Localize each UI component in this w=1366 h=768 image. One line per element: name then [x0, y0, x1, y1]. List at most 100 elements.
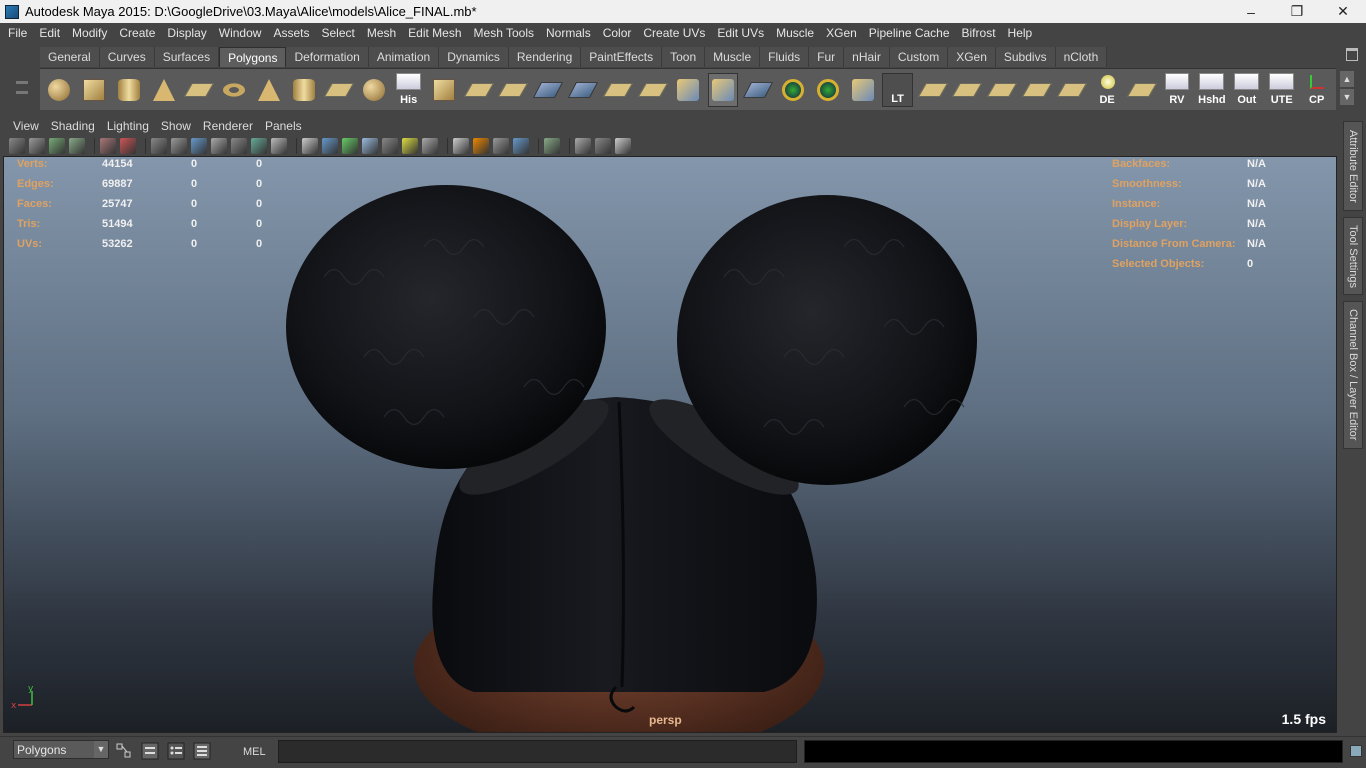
- menu-normals[interactable]: Normals: [540, 26, 597, 40]
- grid-icon[interactable]: [151, 137, 167, 154]
- shelf-tab-dynamics[interactable]: Dynamics: [439, 47, 509, 67]
- uv-planar-icon[interactable]: [987, 73, 1018, 107]
- shelf-tab-polygons[interactable]: Polygons: [219, 47, 287, 67]
- film-gate-icon[interactable]: [171, 137, 187, 154]
- poly-soccerball-icon[interactable]: [358, 73, 389, 107]
- smooth-shade-icon[interactable]: [322, 137, 338, 154]
- de-icon[interactable]: DE: [1092, 73, 1123, 107]
- merge-vertices-icon[interactable]: [603, 73, 634, 107]
- shelf-tab-general[interactable]: General: [40, 47, 100, 67]
- trash-icon[interactable]: [1346, 48, 1358, 61]
- tab-tool-settings[interactable]: Tool Settings: [1343, 217, 1363, 295]
- shelf-scroll-down-icon[interactable]: ▼: [1340, 89, 1354, 105]
- shelf-tab-deformation[interactable]: Deformation: [286, 47, 369, 67]
- grease-pencil-icon[interactable]: [120, 137, 136, 154]
- shelf-tab-subdivs[interactable]: Subdivs: [995, 47, 1056, 67]
- hshd-icon[interactable]: Hshd: [1196, 72, 1227, 107]
- extrude-icon[interactable]: [428, 73, 459, 107]
- poly-plane-icon[interactable]: [184, 73, 215, 107]
- close-button[interactable]: ✕: [1320, 0, 1366, 23]
- field-chart-icon[interactable]: [231, 137, 247, 154]
- wireframe-icon[interactable]: [302, 137, 318, 154]
- shelf-tab-muscle[interactable]: Muscle: [705, 47, 761, 67]
- anti-alias-icon[interactable]: [493, 137, 509, 154]
- poly-cylinder-icon[interactable]: [114, 73, 145, 107]
- motion-blur-icon[interactable]: [473, 137, 489, 154]
- mel-command-input[interactable]: [278, 740, 797, 763]
- textured-icon[interactable]: [382, 137, 398, 154]
- insert-edge-loop-icon[interactable]: [568, 73, 599, 107]
- camera-attributes-icon[interactable]: [29, 137, 45, 154]
- wire-cage-icon[interactable]: [742, 73, 773, 107]
- menu-mesh-tools[interactable]: Mesh Tools: [468, 26, 540, 40]
- tab-attribute-editor[interactable]: Attribute Editor: [1343, 121, 1363, 211]
- safe-title-icon[interactable]: [271, 137, 287, 154]
- menu-display[interactable]: Display: [161, 26, 212, 40]
- poly-helix-icon[interactable]: [323, 73, 354, 107]
- menu-help[interactable]: Help: [1002, 26, 1039, 40]
- menu-window[interactable]: Window: [213, 26, 268, 40]
- two-d-pan-icon[interactable]: [100, 137, 116, 154]
- depth-of-field-icon[interactable]: [513, 137, 529, 154]
- menu-xgen[interactable]: XGen: [820, 26, 863, 40]
- menu-edit-uvs[interactable]: Edit UVs: [711, 26, 770, 40]
- panel-menu-view[interactable]: View: [7, 119, 45, 133]
- menu-select[interactable]: Select: [315, 26, 360, 40]
- wire-on-shaded-icon[interactable]: [342, 137, 358, 154]
- shelf-tab-ncloth[interactable]: nCloth: [1055, 47, 1108, 67]
- gate-mask-icon[interactable]: [211, 137, 227, 154]
- cp-icon[interactable]: CP: [1301, 73, 1332, 107]
- shelf-tab-curves[interactable]: Curves: [99, 47, 155, 67]
- shelf-scroll-up-icon[interactable]: ▲: [1340, 71, 1354, 87]
- shadows-icon[interactable]: [422, 137, 438, 154]
- flat-shade-icon[interactable]: [362, 137, 378, 154]
- poly-sphere-icon[interactable]: [44, 73, 75, 107]
- uv-cylindrical-icon[interactable]: [1022, 73, 1053, 107]
- menu-create-uvs[interactable]: Create UVs: [637, 26, 711, 40]
- object-select-icon[interactable]: [140, 741, 160, 761]
- menu-color[interactable]: Color: [597, 26, 638, 40]
- list-view-icon[interactable]: [192, 741, 212, 761]
- shelf-tab-fluids[interactable]: Fluids: [760, 47, 810, 67]
- history-icon[interactable]: His: [393, 72, 424, 107]
- shelf-tab-rendering[interactable]: Rendering: [508, 47, 582, 67]
- panel-menu-panels[interactable]: Panels: [259, 119, 308, 133]
- isolate-select-icon[interactable]: [544, 137, 560, 154]
- shelf-tab-animation[interactable]: Animation: [368, 47, 440, 67]
- rv-icon[interactable]: RV: [1162, 72, 1193, 107]
- restore-button[interactable]: ❐: [1274, 0, 1320, 23]
- out-icon[interactable]: Out: [1231, 72, 1262, 107]
- screen-space-ao-icon[interactable]: [453, 137, 469, 154]
- script-editor-icon[interactable]: [1350, 745, 1362, 757]
- menu-file[interactable]: File: [2, 26, 33, 40]
- uv-snapshot-icon[interactable]: [1127, 73, 1158, 107]
- lt-icon[interactable]: LT: [882, 72, 914, 107]
- use-all-lights-icon[interactable]: [402, 137, 418, 154]
- menu-set-selector[interactable]: Polygons ▼: [13, 740, 109, 759]
- poly-pyramid-icon[interactable]: [254, 73, 285, 107]
- perspective-viewport[interactable]: Verts: 44154 0 0 Edges: 69887 0 0 Faces: 25747 0 0 T…: [3, 156, 1337, 733]
- rotate-pivot-icon[interactable]: [812, 73, 843, 107]
- smooth-icon[interactable]: [638, 73, 669, 107]
- bookmark-icon[interactable]: [49, 137, 65, 154]
- menu-assets[interactable]: Assets: [267, 26, 315, 40]
- poly-torus-icon[interactable]: [219, 73, 250, 107]
- tab-channel-box[interactable]: Channel Box / Layer Editor: [1343, 301, 1363, 449]
- shelf-tab-xgen[interactable]: XGen: [948, 47, 996, 67]
- split-polygon-icon[interactable]: [533, 73, 564, 107]
- soft-select-icon[interactable]: [777, 73, 808, 107]
- menu-mesh[interactable]: Mesh: [361, 26, 402, 40]
- uv-unfold-icon[interactable]: [952, 73, 983, 107]
- shelf-tab-nhair[interactable]: nHair: [844, 47, 890, 67]
- minimize-button[interactable]: –: [1228, 0, 1274, 23]
- poly-cone-icon[interactable]: [149, 73, 180, 107]
- shelf-tab-custom[interactable]: Custom: [889, 47, 949, 67]
- resolution-gate-icon[interactable]: [191, 137, 207, 154]
- shelf-tab-fur[interactable]: Fur: [809, 47, 845, 67]
- safe-action-icon[interactable]: [251, 137, 267, 154]
- menu-create[interactable]: Create: [113, 26, 161, 40]
- append-polygon-icon[interactable]: [498, 73, 529, 107]
- menu-pipeline-cache[interactable]: Pipeline Cache: [863, 26, 956, 40]
- poly-pipe-icon[interactable]: [288, 73, 319, 107]
- cone-pointer-icon[interactable]: [673, 73, 704, 107]
